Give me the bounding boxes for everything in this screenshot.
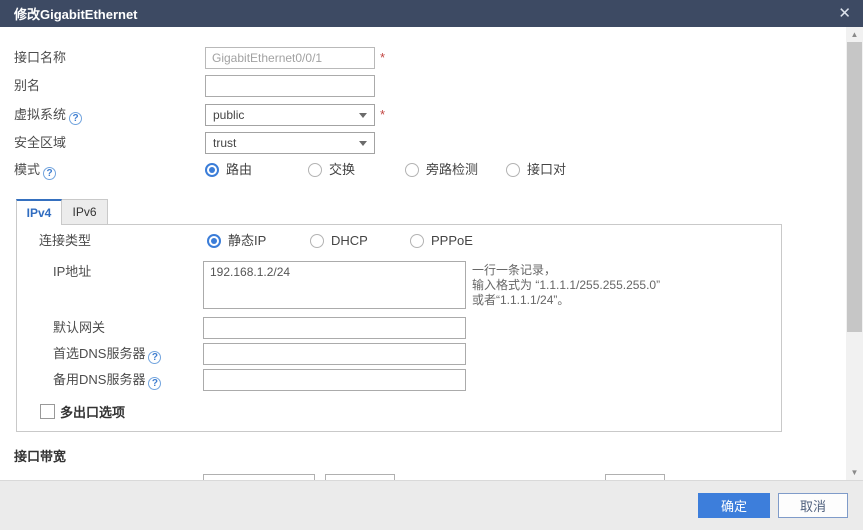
mode-option-switch[interactable]: 交换 bbox=[308, 162, 405, 178]
tab-ipv6[interactable]: IPv6 bbox=[62, 199, 108, 225]
help-icon[interactable]: ? bbox=[148, 377, 161, 390]
alias-row: 别名 bbox=[14, 75, 846, 97]
dialog-titlebar: 修改GigabitEthernet ✕ bbox=[0, 0, 863, 27]
virtual-system-value: public bbox=[213, 108, 244, 122]
chevron-down-icon bbox=[359, 141, 367, 146]
radio-icon bbox=[308, 163, 322, 177]
security-zone-row: 安全区域 trust bbox=[14, 132, 846, 154]
cancel-button[interactable]: 取消 bbox=[778, 493, 848, 518]
dialog-title: 修改GigabitEthernet bbox=[14, 4, 138, 23]
dialog-footer: 确定 取消 bbox=[0, 480, 863, 530]
ip-address-textarea[interactable]: 192.168.1.2/24 bbox=[203, 261, 466, 309]
bandwidth-section-title: 接口带宽 bbox=[14, 446, 846, 465]
mode-option-interface-pair[interactable]: 接口对 bbox=[506, 162, 566, 178]
conn-option-static-ip[interactable]: 静态IP bbox=[207, 233, 310, 249]
scroll-up-icon[interactable]: ▲ bbox=[846, 27, 863, 42]
mode-label: 模式 bbox=[14, 162, 40, 177]
primary-dns-row: 首选DNS服务器? bbox=[17, 343, 781, 365]
ip-format-hint: 一行一条记录， 输入格式为 “1.1.1.1/255.255.255.0” 或者… bbox=[472, 261, 660, 308]
security-zone-value: trust bbox=[213, 136, 236, 150]
ip-version-tabs: IPv4 IPv6 bbox=[16, 199, 846, 225]
radio-icon bbox=[506, 163, 520, 177]
default-gateway-row: 默认网关 bbox=[17, 317, 781, 339]
security-zone-label: 安全区域 bbox=[14, 132, 205, 154]
multi-exit-row: 多出口选项 bbox=[40, 402, 781, 421]
ipv4-panel: 连接类型 静态IP DHCP PPPoE IP地址 192.168.1.2/24 bbox=[16, 224, 782, 432]
required-marker: * bbox=[380, 47, 385, 69]
conn-option-pppoe[interactable]: PPPoE bbox=[410, 233, 473, 249]
radio-icon bbox=[310, 234, 324, 248]
ip-address-row: IP地址 192.168.1.2/24 一行一条记录， 输入格式为 “1.1.1… bbox=[17, 261, 781, 309]
default-gateway-label: 默认网关 bbox=[53, 317, 203, 339]
interface-name-input[interactable] bbox=[205, 47, 375, 69]
dialog-body: 接口名称 * 别名 虚拟系统? public * 安全区域 trust 模式? bbox=[0, 27, 846, 480]
interface-name-row: 接口名称 * bbox=[14, 47, 846, 69]
secondary-dns-input[interactable] bbox=[203, 369, 466, 391]
primary-dns-input[interactable] bbox=[203, 343, 466, 365]
virtual-system-select[interactable]: public bbox=[205, 104, 375, 126]
virtual-system-row: 虚拟系统? public * bbox=[14, 104, 846, 126]
mode-option-route[interactable]: 路由 bbox=[205, 162, 308, 178]
interface-name-label: 接口名称 bbox=[14, 47, 205, 69]
conn-option-dhcp[interactable]: DHCP bbox=[310, 233, 410, 249]
mode-row: 模式? 路由 交换 旁路检测 接口对 bbox=[14, 162, 846, 178]
modify-interface-dialog: 修改GigabitEthernet ✕ 接口名称 * 别名 虚拟系统? publ… bbox=[0, 0, 863, 530]
radio-icon bbox=[410, 234, 424, 248]
default-gateway-input[interactable] bbox=[203, 317, 466, 339]
radio-icon bbox=[405, 163, 419, 177]
mode-option-bypass[interactable]: 旁路检测 bbox=[405, 162, 506, 178]
help-icon[interactable]: ? bbox=[43, 167, 56, 180]
security-zone-select[interactable]: trust bbox=[205, 132, 375, 154]
tab-ipv4[interactable]: IPv4 bbox=[16, 199, 62, 225]
multi-exit-label: 多出口选项 bbox=[60, 402, 125, 421]
alias-input[interactable] bbox=[205, 75, 375, 97]
ip-address-label: IP地址 bbox=[53, 261, 203, 283]
help-icon[interactable]: ? bbox=[148, 351, 161, 364]
required-marker: * bbox=[380, 104, 385, 126]
primary-dns-label: 首选DNS服务器 bbox=[53, 346, 145, 361]
connection-type-row: 连接类型 静态IP DHCP PPPoE bbox=[17, 233, 781, 253]
secondary-dns-label: 备用DNS服务器 bbox=[53, 372, 145, 387]
chevron-down-icon bbox=[359, 113, 367, 118]
virtual-system-label: 虚拟系统 bbox=[14, 107, 66, 122]
scrollbar[interactable]: ▲ ▼ bbox=[846, 27, 863, 480]
scroll-down-icon[interactable]: ▼ bbox=[846, 465, 863, 480]
help-icon[interactable]: ? bbox=[69, 112, 82, 125]
connection-type-label: 连接类型 bbox=[39, 233, 207, 249]
ok-button[interactable]: 确定 bbox=[698, 493, 770, 518]
close-icon[interactable]: ✕ bbox=[836, 6, 853, 21]
secondary-dns-row: 备用DNS服务器? bbox=[17, 369, 781, 391]
alias-label: 别名 bbox=[14, 75, 205, 97]
radio-selected-icon bbox=[207, 234, 221, 248]
scrollbar-thumb[interactable] bbox=[847, 42, 862, 332]
radio-selected-icon bbox=[205, 163, 219, 177]
multi-exit-checkbox[interactable] bbox=[40, 404, 55, 419]
